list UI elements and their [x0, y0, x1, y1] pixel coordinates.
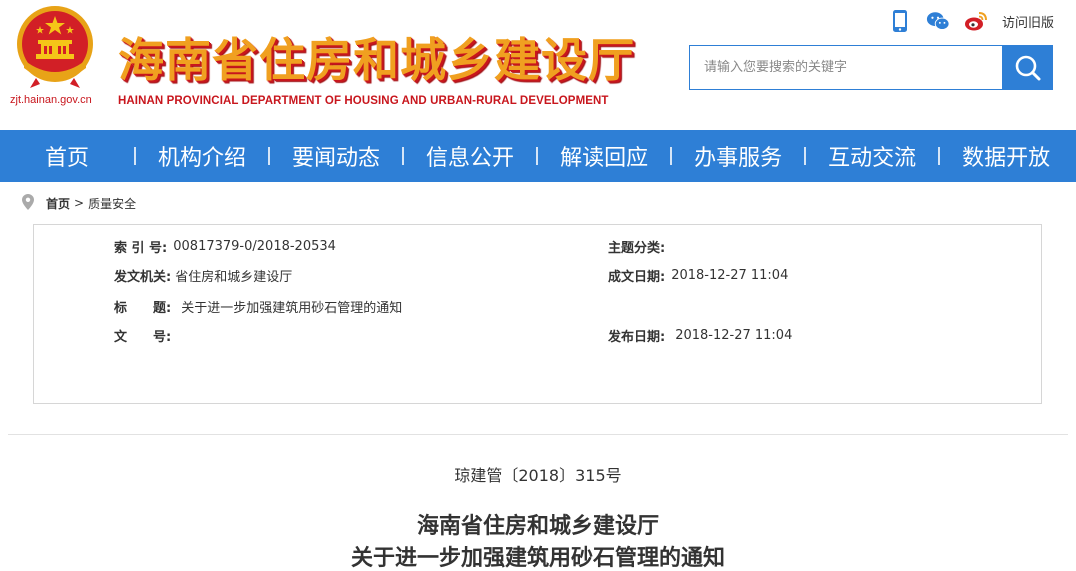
breadcrumb-home[interactable]: 首页: [46, 195, 70, 212]
search-button[interactable]: [1002, 45, 1053, 90]
search-bar: [689, 45, 1053, 90]
mobile-icon[interactable]: [888, 9, 912, 33]
meta-index-label: 索 引 号:: [114, 240, 168, 256]
meta-index: 索 引 号: 00817379-0/2018-20534: [114, 237, 336, 256]
top-links: 访问旧版: [888, 8, 1054, 34]
site-url: zjt.hainan.gov.cn: [10, 94, 92, 106]
meta-docnum: 文 号:: [114, 326, 177, 345]
meta-issuer-value: 省住房和城乡建设厅: [175, 269, 293, 285]
nav-item-home[interactable]: 首页: [0, 130, 134, 182]
nav-item-organization[interactable]: 机构介绍: [136, 130, 268, 182]
meta-index-value: 00817379-0/2018-20534: [173, 238, 336, 254]
breadcrumb: 首页 > 质量安全: [22, 193, 136, 213]
document-title-line1: 海南省住房和城乡建设厅: [416, 514, 659, 539]
search-input[interactable]: [689, 45, 1002, 90]
nav-item-interpretation[interactable]: 解读回应: [538, 130, 670, 182]
nav-item-open-data[interactable]: 数据开放: [940, 130, 1072, 182]
site-subtitle: HAINAN PROVINCIAL DEPARTMENT OF HOUSING …: [118, 95, 609, 107]
weibo-icon[interactable]: [964, 9, 988, 33]
meta-issuer: 发文机关: 省住房和城乡建设厅: [114, 266, 293, 285]
meta-published: 发布日期: 2018-12-27 11:04: [608, 326, 793, 345]
old-version-link[interactable]: 访问旧版: [1002, 12, 1054, 31]
document-title-line2: 关于进一步加强建筑用砂石管理的通知: [350, 546, 725, 571]
document-number: 琼建管〔2018〕315号: [454, 466, 622, 485]
nav-item-services[interactable]: 办事服务: [672, 130, 804, 182]
breadcrumb-current[interactable]: 质量安全: [88, 195, 136, 212]
content-divider: [8, 434, 1068, 435]
meta-title-label: 标 题:: [114, 300, 172, 316]
nav-item-disclosure[interactable]: 信息公开: [404, 130, 536, 182]
search-icon: [1015, 55, 1040, 80]
meta-issuer-label: 发文机关:: [114, 269, 172, 285]
main-nav: 首页 机构介绍 要闻动态 信息公开 解读回应 办事服务 互动交流 数据开放: [0, 130, 1076, 182]
national-emblem-icon[interactable]: [14, 4, 96, 90]
meta-created: 成文日期: 2018-12-27 11:04: [608, 266, 789, 285]
nav-item-interaction[interactable]: 互动交流: [806, 130, 938, 182]
site-title[interactable]: 海南省住房和城乡建设厅: [118, 24, 635, 90]
site-header: zjt.hainan.gov.cn 海南省住房和城乡建设厅 HAINAN PRO…: [0, 0, 1076, 130]
meta-title-value: 关于进一步加强建筑用砂石管理的通知: [181, 300, 403, 316]
wechat-icon[interactable]: [926, 9, 950, 33]
breadcrumb-separator: >: [74, 196, 85, 210]
meta-created-label: 成文日期:: [608, 269, 666, 285]
meta-topic: 主题分类:: [608, 237, 671, 256]
document-meta-box: 索 引 号: 00817379-0/2018-20534 主题分类: 发文机关:…: [33, 224, 1042, 404]
meta-created-value: 2018-12-27 11:04: [671, 267, 789, 283]
meta-published-value: 2018-12-27 11:04: [675, 327, 793, 343]
meta-docnum-label: 文 号:: [114, 329, 172, 345]
meta-topic-label: 主题分类:: [608, 240, 666, 256]
meta-published-label: 发布日期:: [608, 329, 666, 345]
meta-title: 标 题: 关于进一步加强建筑用砂石管理的通知: [114, 297, 403, 316]
location-pin-icon: [22, 193, 34, 213]
nav-item-news[interactable]: 要闻动态: [270, 130, 402, 182]
